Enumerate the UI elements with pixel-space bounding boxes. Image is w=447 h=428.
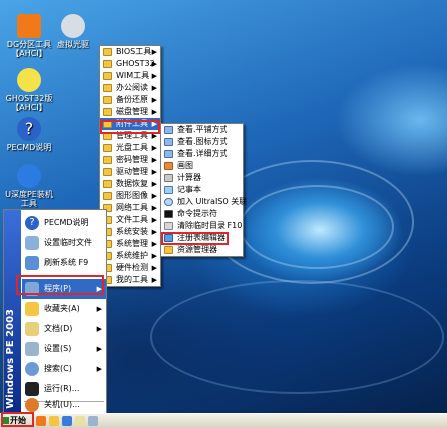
documents-icon xyxy=(25,322,39,336)
start-menu-band: Windows PE 2003 xyxy=(4,210,21,413)
start-item-refresh[interactable]: 刷新系统 F9 xyxy=(22,253,106,273)
folder-icon xyxy=(164,246,173,254)
control-panel-icon xyxy=(25,342,39,356)
folder-icon xyxy=(103,72,112,80)
folder-icon xyxy=(103,96,112,104)
menu-item-wim-tools[interactable]: WIM工具 ▶ xyxy=(100,70,160,82)
menu-item-explorer[interactable]: 资源管理器 xyxy=(161,244,243,256)
desktop-icon-installer[interactable]: U深度PE装机 工具 xyxy=(0,164,58,208)
menu-item-ghost32[interactable]: GHOST32 ▶ xyxy=(100,58,160,70)
start-item-temp-files[interactable]: 设置临时文件 xyxy=(22,233,106,253)
calculator-icon xyxy=(164,174,173,182)
menu-item-paint[interactable]: 画图 xyxy=(161,160,243,172)
programs-submenu: BIOS工具 ▶ GHOST32 ▶ WIM工具 ▶ 办公阅读 ▶ 备份还原 ▶ 磁盘管理… xyxy=(99,45,161,287)
folder-icon xyxy=(103,168,112,176)
desktop-icon-label: PECMD说明 xyxy=(6,143,52,152)
refresh-icon xyxy=(25,256,39,270)
menu-item-disk-management[interactable]: 磁盘管理 ▶ xyxy=(100,106,160,118)
notepad-icon xyxy=(164,186,173,194)
power-icon xyxy=(25,398,39,412)
start-item-shutdown[interactable]: 关机(U)... xyxy=(22,395,106,413)
highlight-box-start-button xyxy=(1,412,34,427)
menu-item-password-management[interactable]: 密码管理 ▶ xyxy=(100,154,160,166)
menu-item-file-tools[interactable]: 文件工具 ▶ xyxy=(100,214,160,226)
run-icon xyxy=(25,382,39,396)
highlight-box-accessories xyxy=(100,120,160,134)
start-menu-band-text: Windows PE 2003 xyxy=(5,309,16,409)
menu-item-ultraiso-assoc[interactable]: 加入 UltraISO 关联 xyxy=(161,196,247,208)
menu-item-network-tools[interactable]: 网络工具 ▶ xyxy=(100,202,160,214)
folder-icon xyxy=(103,192,112,200)
menu-item-backup-restore[interactable]: 备份还原 ▶ xyxy=(100,94,160,106)
folder-icon xyxy=(103,48,112,56)
menu-item-view-icons[interactable]: 查看.图标方式 xyxy=(161,136,243,148)
start-menu: Windows PE 2003 ? PECMD说明 设置临时文件 刷新系统 F9 … xyxy=(3,209,107,413)
quicklaunch-partition-icon[interactable] xyxy=(36,416,46,426)
menu-item-view-details[interactable]: 查看.详细方式 xyxy=(161,148,243,160)
cleanup-icon xyxy=(164,222,173,230)
desktop: DG分区工具 【AHCI】 虚拟光驱 GHOST32版 【AHCI】 ? PEC… xyxy=(0,0,447,413)
help-icon: ? xyxy=(17,117,41,141)
menu-item-office-reading[interactable]: 办公阅读 ▶ xyxy=(100,82,160,94)
menu-item-clear-temp[interactable]: 清除临时目录 F10 xyxy=(161,220,243,232)
disc-icon xyxy=(164,198,173,206)
view-icon xyxy=(164,150,173,158)
menu-item-notepad[interactable]: 记事本 xyxy=(161,184,243,196)
desktop-icon-ghost32[interactable]: GHOST32版 【AHCI】 xyxy=(0,68,58,112)
quicklaunch-folder-icon[interactable] xyxy=(49,416,59,426)
menu-item-data-recovery[interactable]: 数据恢复 ▶ xyxy=(100,178,160,190)
favorites-icon xyxy=(25,302,39,316)
desktop-icon-label: 虚拟光驱 xyxy=(57,40,89,49)
taskbar: 开始 xyxy=(0,413,447,428)
ghost-icon xyxy=(17,68,41,92)
folder-icon xyxy=(103,156,112,164)
folder-icon xyxy=(103,144,112,152)
view-icon xyxy=(164,126,173,134)
start-item-settings[interactable]: 设置(S) ▶ xyxy=(22,339,106,359)
menu-item-graphics[interactable]: 图形图像 ▶ xyxy=(100,190,160,202)
view-icon xyxy=(164,138,173,146)
menu-item-hardware-detect[interactable]: 硬件检测 ▶ xyxy=(100,262,160,274)
start-item-favorites[interactable]: 收藏夹(A) ▶ xyxy=(22,299,106,319)
quicklaunch-tool-icon[interactable] xyxy=(75,416,85,426)
folder-icon xyxy=(103,60,112,68)
start-item-search[interactable]: 搜索(C) ▶ xyxy=(22,359,106,379)
menu-item-system-management[interactable]: 系统管理 ▶ xyxy=(100,238,160,250)
desktop-icon-pecmd[interactable]: ? PECMD说明 xyxy=(0,117,58,152)
menu-item-view-tile[interactable]: 查看.平铺方式 xyxy=(161,124,243,136)
menu-item-calculator[interactable]: 计算器 xyxy=(161,172,243,184)
partition-tool-icon xyxy=(17,14,41,38)
folder-icon xyxy=(103,84,112,92)
highlight-box-registry-editor xyxy=(161,232,229,245)
terminal-icon xyxy=(164,210,173,218)
water-wave xyxy=(240,185,394,269)
desktop-icon-label: GHOST32版 【AHCI】 xyxy=(5,94,53,112)
quicklaunch-explorer-icon[interactable] xyxy=(62,416,72,426)
paint-icon xyxy=(164,162,173,170)
menu-item-system-install[interactable]: 系统安装 ▶ xyxy=(100,226,160,238)
search-icon xyxy=(25,362,39,376)
menu-item-driver-management[interactable]: 驱动管理 ▶ xyxy=(100,166,160,178)
desktop-icon-virtual-drive[interactable]: 虚拟光驱 xyxy=(44,14,102,49)
menu-item-command-prompt[interactable]: 命令提示符 xyxy=(161,208,243,220)
highlight-box-programs xyxy=(16,275,104,295)
menu-item-disc-tools[interactable]: 光盘工具 ▶ xyxy=(100,142,160,154)
menu-item-my-tools[interactable]: 我的工具 ▶ xyxy=(100,274,160,286)
installer-icon xyxy=(17,164,41,188)
menu-item-system-maintenance[interactable]: 系统维护 ▶ xyxy=(100,250,160,262)
folder-icon xyxy=(103,108,112,116)
start-item-pecmd[interactable]: ? PECMD说明 xyxy=(22,213,106,233)
start-item-documents[interactable]: 文档(D) ▶ xyxy=(22,319,106,339)
desktop-icon-label: U深度PE装机 工具 xyxy=(5,190,53,208)
help-icon: ? xyxy=(25,216,39,230)
water-wave xyxy=(150,280,444,394)
quicklaunch-settings-icon[interactable] xyxy=(88,416,98,426)
folder-icon xyxy=(103,180,112,188)
menu-item-bios-tools[interactable]: BIOS工具 ▶ xyxy=(100,46,160,58)
settings-icon xyxy=(25,236,39,250)
virtual-drive-icon xyxy=(61,14,85,38)
